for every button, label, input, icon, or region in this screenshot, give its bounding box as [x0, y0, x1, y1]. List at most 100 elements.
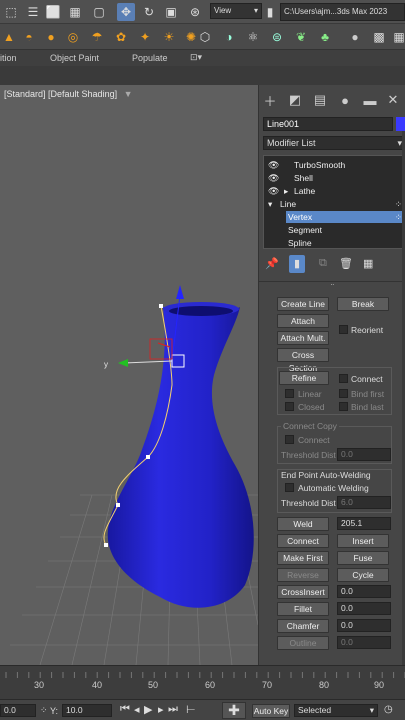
teapot-icon[interactable]: ☂ [88, 28, 106, 46]
star-icon[interactable]: ✦ [136, 28, 154, 46]
modifier-list-dropdown[interactable]: Modifier List ▾ [263, 136, 405, 150]
reference-coordinate-dropdown[interactable]: View ▾ [210, 3, 262, 19]
attach-mult-button[interactable]: Attach Mult. [277, 331, 329, 345]
crossinsert-button[interactable]: CrossInsert [277, 585, 329, 599]
hemisphere-icon[interactable]: ◓ [20, 28, 38, 46]
modify-tab-icon[interactable]: ◩ [286, 91, 304, 109]
ribbon-tab-selection[interactable]: ition [0, 53, 17, 63]
motion-tab-icon[interactable]: ● [336, 91, 354, 109]
connect-checkbox[interactable] [339, 374, 348, 383]
tube-icon[interactable]: ⊜ [268, 28, 286, 46]
more-icon[interactable]: ▦ [390, 28, 405, 46]
attach-button[interactable]: Attach [277, 314, 329, 328]
material-icon[interactable]: ◑ [220, 28, 238, 46]
cone-icon[interactable]: ▲ [0, 28, 18, 46]
ribbon-options-icon[interactable]: ⊡▾ [190, 52, 202, 63]
next-frame-icon[interactable]: ▸ [158, 703, 164, 716]
create-tab-icon[interactable]: ＋ [261, 91, 279, 109]
stack-item-line[interactable]: ▾ Line ⁘ [264, 198, 405, 210]
utilities-tab-icon[interactable]: ✕ [384, 91, 402, 109]
go-to-start-icon[interactable]: ⏮ [120, 703, 130, 716]
stack-item-segment[interactable]: Segment [264, 224, 405, 236]
stack-item-vertex[interactable]: Vertex ⁘ [286, 211, 405, 223]
pin-stack-icon[interactable]: 📌 [265, 257, 279, 270]
region-select-icon[interactable]: ⬜ [44, 3, 62, 21]
weld-threshold-field[interactable]: 205.1 [337, 517, 391, 530]
eye-icon[interactable]: 👁 [268, 159, 279, 171]
time-config-icon[interactable]: ◷ [384, 704, 393, 715]
selected-dropdown[interactable]: Selected ▾ [294, 704, 378, 717]
weld-button[interactable]: Weld [277, 517, 329, 531]
show-end-result-icon[interactable]: ▮ [289, 255, 305, 273]
light-icon[interactable]: ☀ [160, 28, 178, 46]
molecule-icon[interactable]: ⚛ [244, 28, 262, 46]
cross-section-button[interactable]: Cross Section [277, 348, 329, 373]
set-key-icon[interactable]: ✚ [222, 702, 246, 719]
torus-icon[interactable]: ◎ [64, 28, 82, 46]
reorient-checkbox[interactable] [339, 325, 348, 334]
perspective-viewport[interactable]: [Standard] [Default Shading] ▼ y [0, 85, 258, 665]
eye-icon[interactable]: 👁 [268, 172, 279, 184]
configure-sets-icon[interactable]: ▦ [363, 257, 373, 270]
threshold-dist-field-2[interactable]: 6.0 [337, 496, 391, 509]
insert-button[interactable]: Insert [337, 534, 389, 548]
select-object-icon[interactable]: ⬚ [2, 3, 20, 21]
linear-checkbox[interactable] [285, 389, 294, 398]
expand-arrow-icon[interactable]: ▸ [284, 185, 288, 197]
eye-icon[interactable]: 👁 [268, 185, 279, 197]
stack-item-lathe[interactable]: 👁 ▸ Lathe [264, 185, 405, 197]
remove-modifier-icon[interactable]: 🗑 [339, 257, 353, 270]
closed-checkbox[interactable] [285, 402, 294, 411]
timeline[interactable]: 30 40 50 60 70 80 90 [0, 665, 405, 699]
grid-icon[interactable]: ▩ [370, 28, 388, 46]
geosphere-icon[interactable]: ✿ [112, 28, 130, 46]
make-first-button[interactable]: Make First [277, 551, 329, 565]
auto-key-button[interactable]: Auto Key [252, 704, 290, 718]
outline-button[interactable]: Outline [277, 636, 329, 650]
object-color-swatch[interactable] [396, 117, 405, 131]
y-coordinate-field[interactable]: 10.0 [62, 704, 112, 717]
sphere-icon[interactable]: ● [42, 28, 60, 46]
chamfer-field[interactable]: 0.0 [337, 619, 391, 632]
automatic-welding-checkbox[interactable] [285, 483, 294, 492]
collapse-arrow-icon[interactable]: ▾ [268, 198, 272, 210]
connect-button[interactable]: Connect [277, 534, 329, 548]
stack-item-spline[interactable]: Spline [264, 237, 405, 249]
break-button[interactable]: Break [337, 297, 389, 311]
stack-item-turbosmooth[interactable]: 👁 TurboSmooth [264, 159, 405, 171]
select-by-name-icon[interactable]: ☰ [24, 3, 42, 21]
hierarchy-tab-icon[interactable]: ▤ [311, 91, 329, 109]
display-tab-icon[interactable]: ▬ [361, 91, 379, 109]
go-to-end-icon[interactable]: ⏭ [168, 703, 178, 716]
cycle-button[interactable]: Cycle [337, 568, 389, 582]
previous-frame-icon[interactable]: ◂ [134, 703, 140, 716]
chamfer-button[interactable]: Chamfer [277, 619, 329, 633]
x-coordinate-field[interactable]: 0.0 [0, 704, 36, 717]
rollout-handle[interactable]: ⠒ [259, 281, 405, 289]
render-sphere-icon[interactable]: ● [346, 28, 364, 46]
crossing-select-icon[interactable]: ▢ [90, 3, 108, 21]
fillet-field[interactable]: 0.0 [337, 602, 391, 615]
connect-copy-checkbox[interactable] [285, 435, 294, 444]
ribbon-tab-populate[interactable]: Populate [132, 53, 168, 63]
fillet-button[interactable]: Fillet [277, 602, 329, 616]
box-icon[interactable]: ⬡ [196, 28, 214, 46]
move-icon[interactable]: ✥ [117, 3, 135, 21]
ribbon-tab-object-paint[interactable]: Object Paint [50, 53, 99, 63]
threshold-dist-field-1[interactable]: 0.0 [337, 448, 391, 461]
stack-item-shell[interactable]: 👁 Shell [264, 172, 405, 184]
foliage-icon[interactable]: ❦ [292, 28, 310, 46]
lock-icon[interactable]: ⁘ [40, 705, 48, 716]
pivot-icon[interactable]: ▮ [264, 3, 276, 21]
make-unique-icon[interactable]: ⧉ [319, 257, 327, 270]
reverse-button[interactable]: Reverse [277, 568, 329, 582]
fuse-button[interactable]: Fuse [337, 551, 389, 565]
bind-first-checkbox[interactable] [339, 389, 348, 398]
bind-last-checkbox[interactable] [339, 402, 348, 411]
terrain-icon[interactable]: ♣ [316, 28, 334, 46]
object-name-field[interactable]: Line001 [263, 117, 393, 131]
create-line-button[interactable]: Create Line [277, 297, 329, 311]
scale-icon[interactable]: ▣ [162, 3, 180, 21]
refine-button[interactable]: Refine [279, 371, 329, 385]
place-icon[interactable]: ⊛ [186, 3, 204, 21]
